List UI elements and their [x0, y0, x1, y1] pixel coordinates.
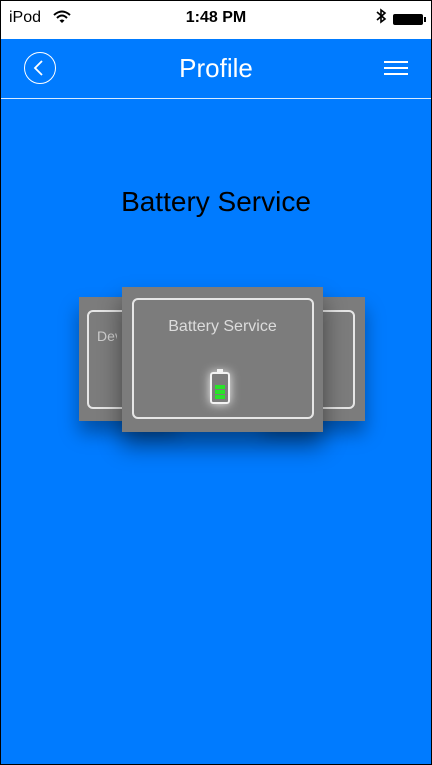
bluetooth-icon [375, 8, 387, 29]
service-title: Battery Service [121, 186, 311, 217]
status-time: 1:48 PM [185, 9, 247, 26]
nav-bar: Profile [1, 39, 431, 99]
card-label: Dev [97, 328, 117, 344]
status-bar: iPod 1:48 PM [1, 1, 431, 39]
app-screen: iPod 1:48 PM Profile Battery Service De … [0, 0, 432, 765]
menu-button[interactable] [384, 61, 408, 77]
service-card-battery[interactable]: Battery Service [122, 287, 323, 432]
hamburger-menu-icon [384, 61, 408, 63]
battery-level-icon [210, 369, 230, 404]
page-title: Profile [179, 53, 253, 83]
battery-icon [393, 14, 426, 25]
card-label: Battery Service [168, 318, 277, 335]
